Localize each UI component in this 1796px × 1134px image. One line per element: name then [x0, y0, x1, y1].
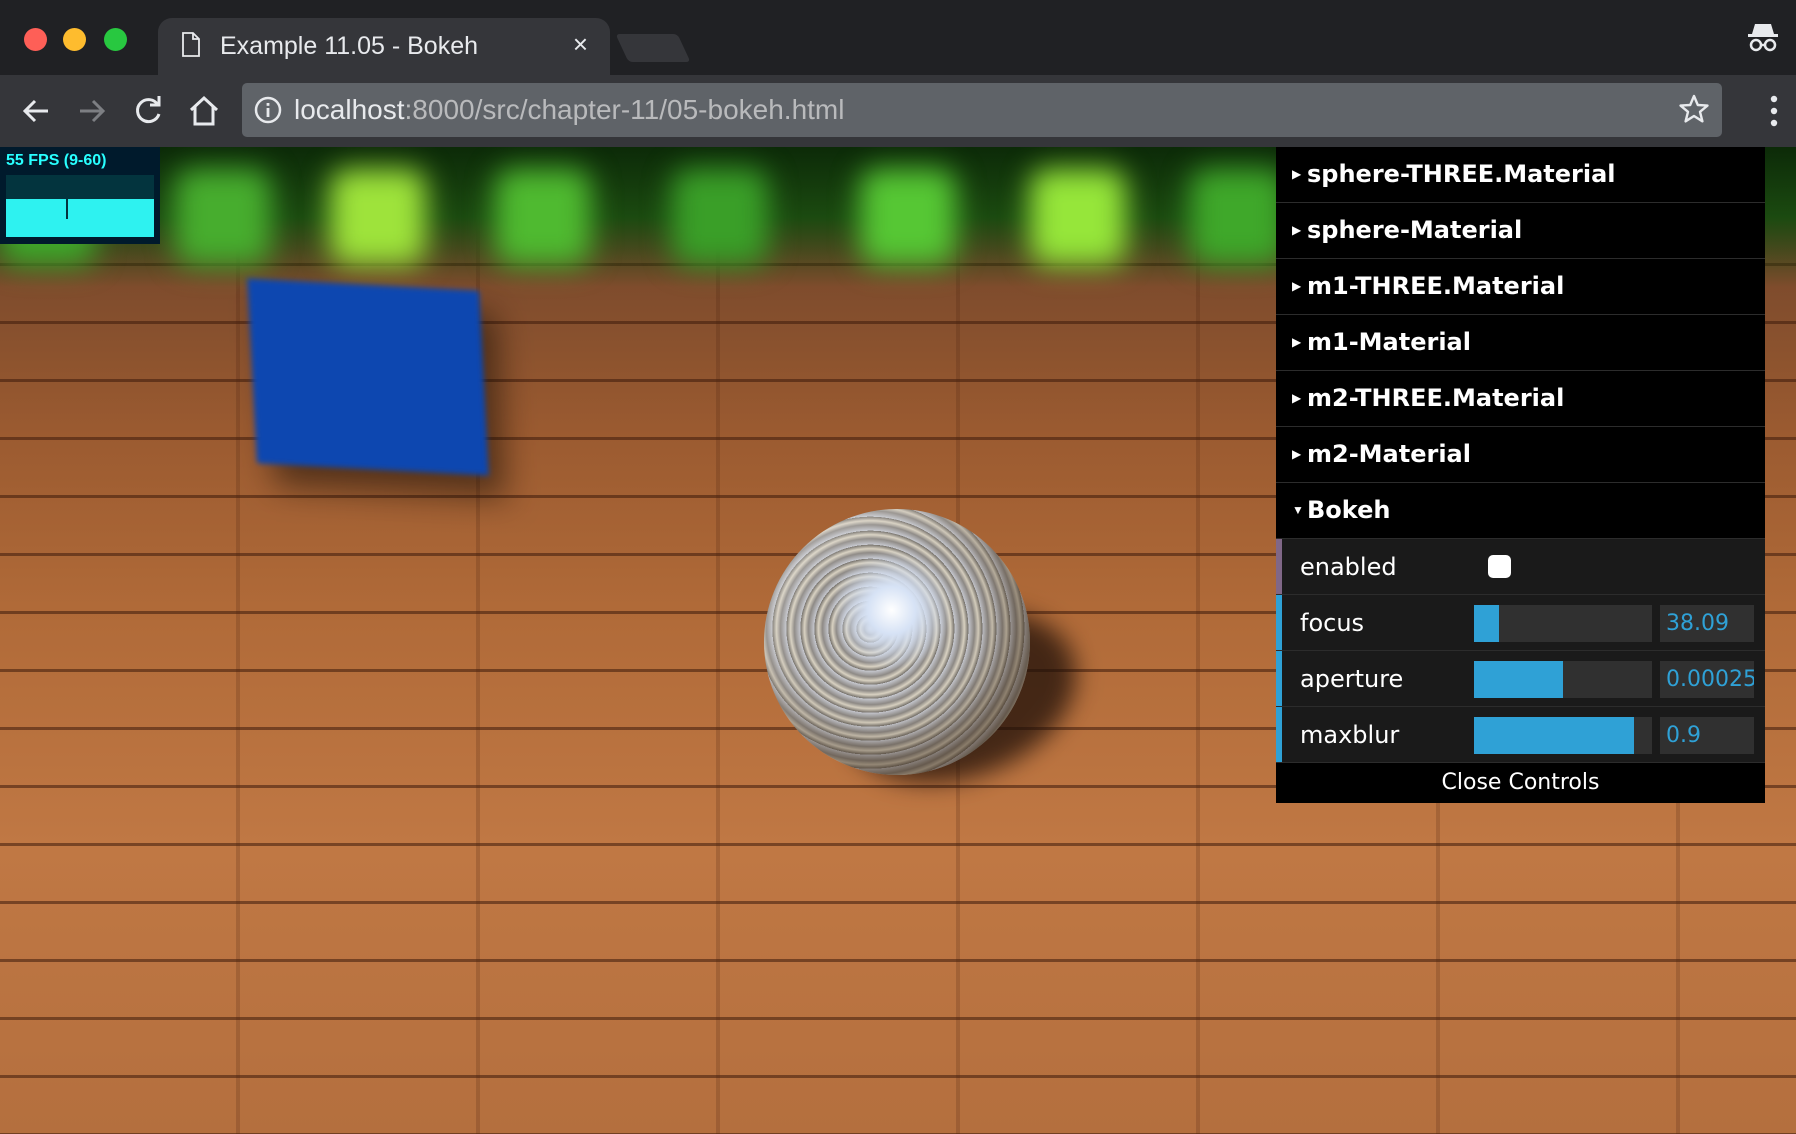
control-label: enabled — [1300, 553, 1397, 581]
window-minimize-button[interactable] — [63, 28, 86, 51]
home-icon[interactable] — [186, 93, 222, 129]
row-accent — [1276, 595, 1282, 650]
focus-input[interactable]: 38.09 — [1660, 605, 1754, 642]
folder-label: m1-THREE.Material — [1307, 272, 1565, 300]
folder-label: m2-Material — [1307, 440, 1471, 468]
folder-m1-three-material[interactable]: ▶ m1-THREE.Material — [1276, 259, 1765, 315]
slider-fill — [1474, 661, 1563, 698]
caret-right-icon: ▶ — [1292, 447, 1302, 461]
info-icon[interactable] — [254, 96, 282, 124]
green-cube — [1030, 169, 1126, 265]
chrome-sphere — [764, 509, 1030, 775]
browser-toolbar: localhost:8000/src/chapter-11/05-bokeh.h… — [0, 75, 1796, 147]
close-controls-label: Close Controls — [1441, 770, 1600, 795]
caret-right-icon: ▶ — [1292, 391, 1302, 405]
green-cube — [495, 169, 591, 265]
control-focus: focus 38.09 — [1276, 595, 1765, 651]
browser-titlebar: Example 11.05 - Bokeh × — [0, 0, 1796, 75]
fps-graph-bar — [6, 199, 154, 237]
caret-right-icon: ▶ — [1292, 335, 1302, 349]
window-close-button[interactable] — [24, 28, 47, 51]
dat-gui-panel: ▶ sphere-THREE.Material ▶ sphere-Materia… — [1276, 147, 1765, 803]
folder-m2-material[interactable]: ▶ m2-Material — [1276, 427, 1765, 483]
control-maxblur: maxblur 0.9 — [1276, 707, 1765, 763]
new-tab-button[interactable] — [615, 34, 691, 62]
menu-icon[interactable] — [1770, 93, 1778, 129]
focus-value: 38.09 — [1666, 611, 1729, 636]
fps-dip — [66, 197, 68, 219]
folder-bokeh[interactable]: ▼ Bokeh — [1276, 483, 1765, 539]
control-enabled: enabled — [1276, 539, 1765, 595]
fps-stats-panel[interactable]: 55 FPS (9-60) — [0, 147, 160, 244]
maxblur-value: 0.9 — [1666, 723, 1701, 748]
green-cube — [860, 169, 956, 265]
control-label: maxblur — [1300, 721, 1400, 749]
folder-sphere-three-material[interactable]: ▶ sphere-THREE.Material — [1276, 147, 1765, 203]
maxblur-input[interactable]: 0.9 — [1660, 717, 1754, 754]
window-maximize-button[interactable] — [104, 28, 127, 51]
url-text[interactable]: localhost:8000/src/chapter-11/05-bokeh.h… — [294, 94, 844, 126]
slider-fill — [1474, 717, 1635, 754]
caret-down-icon: ▼ — [1292, 503, 1304, 517]
slider-fill — [1474, 605, 1499, 642]
fps-graph — [6, 175, 154, 237]
control-label: focus — [1300, 609, 1365, 637]
aperture-value: 0.00025 — [1666, 667, 1754, 692]
url-host: localhost — [294, 94, 405, 125]
close-controls-button[interactable]: Close Controls — [1276, 763, 1765, 803]
folder-m1-material[interactable]: ▶ m1-Material — [1276, 315, 1765, 371]
folder-label: sphere-THREE.Material — [1307, 160, 1616, 188]
folder-sphere-material[interactable]: ▶ sphere-Material — [1276, 203, 1765, 259]
fps-readout: 55 FPS (9-60) — [6, 152, 107, 169]
focus-slider[interactable] — [1474, 605, 1652, 642]
forward-icon[interactable] — [74, 93, 110, 129]
green-cube — [330, 169, 426, 265]
folder-m2-three-material[interactable]: ▶ m2-THREE.Material — [1276, 371, 1765, 427]
folder-label: m1-Material — [1307, 328, 1471, 356]
browser-tab[interactable]: Example 11.05 - Bokeh × — [158, 18, 610, 75]
row-accent — [1276, 539, 1282, 594]
green-cube — [672, 169, 768, 265]
row-accent — [1276, 651, 1282, 706]
green-cube — [1190, 169, 1286, 265]
address-bar[interactable]: localhost:8000/src/chapter-11/05-bokeh.h… — [242, 83, 1722, 137]
caret-right-icon: ▶ — [1292, 223, 1302, 237]
incognito-icon — [1748, 24, 1778, 52]
back-icon[interactable] — [18, 93, 54, 129]
control-label: aperture — [1300, 665, 1404, 693]
green-cube — [175, 169, 271, 265]
reload-icon[interactable] — [130, 93, 166, 129]
folder-label: Bokeh — [1307, 496, 1391, 524]
folder-label: m2-THREE.Material — [1307, 384, 1565, 412]
tab-title: Example 11.05 - Bokeh — [220, 32, 479, 60]
star-icon[interactable] — [1678, 93, 1710, 125]
aperture-input[interactable]: 0.00025 — [1660, 661, 1754, 698]
maxblur-slider[interactable] — [1474, 717, 1652, 754]
folder-label: sphere-Material — [1307, 216, 1523, 244]
url-path: :8000/src/chapter-11/05-bokeh.html — [404, 94, 845, 125]
blue-cube — [247, 278, 489, 476]
control-aperture: aperture 0.00025 — [1276, 651, 1765, 707]
aperture-slider[interactable] — [1474, 661, 1652, 698]
page-icon — [182, 32, 200, 57]
row-accent — [1276, 707, 1282, 762]
caret-right-icon: ▶ — [1292, 279, 1302, 293]
enabled-checkbox[interactable] — [1488, 555, 1511, 578]
caret-right-icon: ▶ — [1292, 167, 1302, 181]
close-icon[interactable]: × — [573, 30, 588, 58]
